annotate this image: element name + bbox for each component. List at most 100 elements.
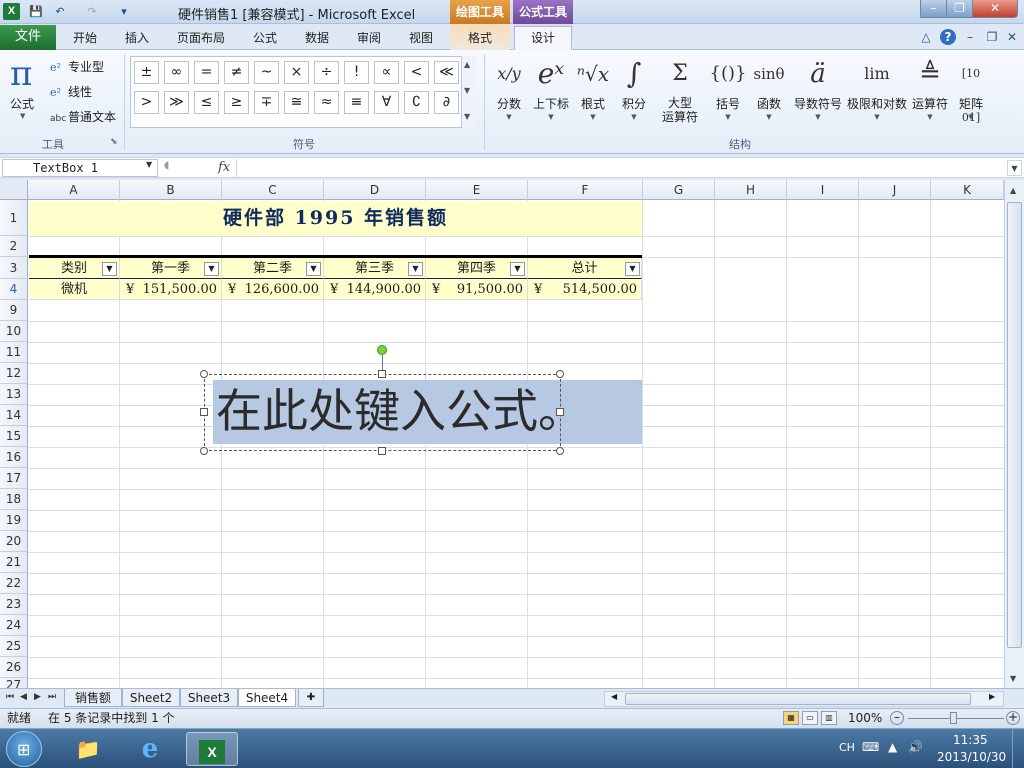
row-header-25[interactable]: 25 [0,636,28,657]
horizontal-scrollbar[interactable]: ◀ ▶ [604,691,1004,707]
matrix-button[interactable]: [10 01] 矩阵 ▼ [952,52,990,124]
resize-handle-bottom-right[interactable] [556,447,564,455]
symbol-much-less[interactable]: ≪ [434,61,459,84]
row-header-18[interactable]: 18 [0,489,28,510]
sheet-tab-sheet4[interactable]: Sheet4 [238,689,296,707]
script-button[interactable]: eˣ 上下标 ▼ [530,52,572,122]
limit-log-button[interactable]: lim 极限和对数 ▼ [846,52,908,122]
cell-total[interactable]: ¥514,500.00 [528,280,642,300]
minimize-button[interactable]: – [920,0,947,18]
symbol-congruent[interactable]: ≅ [284,91,309,114]
zoom-slider-thumb[interactable] [950,712,957,724]
scroll-right-icon[interactable]: ▶ [989,692,995,701]
prev-sheet-icon[interactable]: ◀ [20,692,27,702]
tab-page-layout[interactable]: 页面布局 [168,28,234,50]
scroll-up-icon[interactable]: ▲ [1010,186,1016,195]
maximize-button[interactable]: ❐ [946,0,973,18]
professional-button[interactable]: e² 专业型 [50,56,104,78]
row-header-4[interactable]: 4 [0,279,28,300]
workbook-minimize-icon[interactable]: – [962,29,978,45]
symbol-infinity[interactable]: ∞ [164,61,189,84]
row-header-1[interactable]: 1 [0,200,28,236]
row-header-26[interactable]: 26 [0,657,28,678]
operator-button[interactable]: ≜ 运算符 ▼ [910,52,950,122]
row-header-23[interactable]: 23 [0,594,28,615]
column-header-d[interactable]: D [324,180,426,200]
sheet-tab-sheet3[interactable]: Sheet3 [180,689,238,707]
function-button[interactable]: sinθ 函数 ▼ [750,52,788,122]
workbook-restore-icon[interactable]: ❐ [984,29,1000,45]
first-sheet-icon[interactable]: ⏮ [6,692,14,702]
fraction-button[interactable]: x/y 分数 ▼ [494,52,524,122]
cell-q3[interactable]: ¥144,900.00 [324,280,426,300]
linear-button[interactable]: e² 线性 [50,81,92,103]
language-indicator[interactable]: CH [839,741,855,754]
zoom-in-icon[interactable]: + [1006,711,1020,725]
symbol-approx[interactable]: ≈ [314,91,339,114]
sheet-tab-sales[interactable]: 销售额 [64,689,122,707]
row-header-10[interactable]: 10 [0,321,28,342]
filter-dropdown-q1[interactable]: ▼ [204,262,219,276]
redo-icon[interactable]: ↷ [84,3,100,20]
vertical-scrollbar[interactable]: ▲ ▼ [1004,180,1024,688]
tab-design[interactable]: 设计 [514,26,572,51]
symbol-equals[interactable]: = [194,61,219,84]
row-header-24[interactable]: 24 [0,615,28,636]
page-break-view-icon[interactable]: ▥ [821,711,837,725]
symbol-less-than[interactable]: < [404,61,429,84]
horizontal-scroll-thumb[interactable] [625,693,971,705]
scroll-down-icon[interactable]: ▼ [1010,674,1016,683]
formula-button[interactable]: 公式 [10,95,34,112]
row-header-12[interactable]: 12 [0,363,28,384]
symbol-for-all[interactable]: ∀ [374,91,399,114]
column-header-k[interactable]: K [931,180,1004,200]
symbol-plus-minus[interactable]: ± [134,61,159,84]
tab-review[interactable]: 审阅 [346,28,392,50]
minimize-ribbon-icon[interactable]: △ [918,29,934,45]
filter-dropdown-total[interactable]: ▼ [625,262,640,276]
formula-bar-resize-icon[interactable]: ◖ [164,160,169,171]
cell-q4[interactable]: ¥91,500.00 [426,280,528,300]
show-desktop-button[interactable] [1012,729,1024,768]
resize-handle-top-left[interactable] [200,370,208,378]
sheet-tab-sheet2[interactable]: Sheet2 [122,689,180,707]
symbol-divide[interactable]: ÷ [314,61,339,84]
keyboard-icon[interactable]: ⌨ [862,740,879,754]
column-header-g[interactable]: G [643,180,715,200]
symbol-greater-equal[interactable]: ≥ [224,91,249,114]
accent-button[interactable]: ä 导数符号 ▼ [792,52,844,122]
column-header-a[interactable]: A [28,180,120,200]
workbook-close-icon[interactable]: ✕ [1004,29,1020,45]
tab-formulas[interactable]: 公式 [242,28,288,50]
row-header-3[interactable]: 3 [0,257,28,279]
last-sheet-icon[interactable]: ⏭ [48,692,56,702]
filter-dropdown-q2[interactable]: ▼ [306,262,321,276]
clock-date[interactable]: 2013/10/30 [937,750,1006,764]
tab-insert[interactable]: 插入 [114,28,160,50]
column-header-e[interactable]: E [426,180,528,200]
scroll-up-icon[interactable]: ▲ [464,60,470,69]
scroll-left-icon[interactable]: ◀ [611,692,617,701]
normal-view-icon[interactable]: ▦ [783,711,799,725]
radical-button[interactable]: ⁿ√x 根式 ▼ [576,52,610,122]
row-header-14[interactable]: 14 [0,405,28,426]
cell-q2[interactable]: ¥126,600.00 [222,280,324,300]
symbol-times[interactable]: × [284,61,309,84]
scroll-down-icon[interactable]: ▼ [464,86,470,95]
taskbar-excel-icon[interactable]: X [186,732,238,766]
help-icon[interactable]: ? [940,29,956,45]
chevron-down-icon[interactable]: ▼ [20,112,25,120]
column-header-h[interactable]: H [715,180,787,200]
row-header-2[interactable]: 2 [0,236,28,257]
tab-format[interactable]: 格式 [456,28,504,50]
column-header-j[interactable]: J [859,180,931,200]
column-header-b[interactable]: B [120,180,222,200]
normal-text-button[interactable]: abc 普通文本 [50,106,116,128]
resize-handle-top-right[interactable] [556,370,564,378]
resize-handle-right[interactable] [556,408,564,416]
column-header-f[interactable]: F [528,180,643,200]
zoom-level[interactable]: 100% [848,709,882,727]
sheet-title-cell[interactable]: 硬件部 1995 年销售额 [29,201,642,236]
resize-handle-bottom-left[interactable] [200,447,208,455]
symbol-identical[interactable]: ≡ [344,91,369,114]
